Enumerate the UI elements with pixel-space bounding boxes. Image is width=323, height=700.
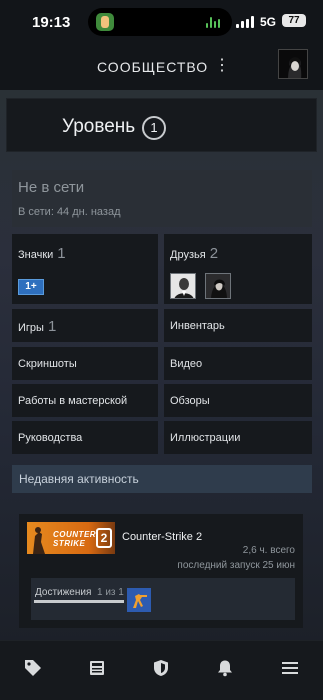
achievements-count: 1 из 1: [97, 587, 124, 598]
signal-icon: [236, 16, 254, 28]
game-name[interactable]: Counter-Strike 2: [122, 531, 202, 543]
level-label: Уровень: [62, 116, 136, 137]
games-label: Игры: [18, 322, 44, 334]
dynamic-island: [88, 8, 232, 36]
tag-icon[interactable]: [24, 659, 42, 677]
screenshots-label: Скриншоты: [18, 358, 77, 370]
friend-avatar[interactable]: [170, 273, 196, 299]
badges-count: 1: [57, 245, 66, 262]
guides-tile[interactable]: Руководства: [12, 421, 158, 454]
friends-count: 2: [209, 245, 219, 262]
bottom-navigation: [0, 640, 323, 700]
video-label: Видео: [170, 358, 203, 370]
status-bar: 19:13 5G 77: [0, 0, 323, 44]
page-title: СООБЩЕСТВО: [97, 59, 209, 75]
bell-icon[interactable]: [216, 659, 234, 677]
guides-label: Руководства: [18, 432, 83, 444]
game-last-played: последний запуск 25 июн: [177, 560, 295, 571]
status-title: Не в сети: [18, 179, 85, 196]
games-tile[interactable]: Игры 1: [12, 309, 158, 342]
achievement-icon[interactable]: [127, 588, 151, 612]
achievements-progress-bar: [34, 600, 124, 603]
status-last-online: В сети: 44 дн. назад: [18, 206, 121, 218]
level-badge: 1: [142, 116, 166, 140]
badge-icon[interactable]: 1+: [18, 279, 44, 295]
more-vertical-icon[interactable]: ⋮: [214, 57, 230, 75]
battery-icon: 77: [282, 14, 306, 27]
menu-icon[interactable]: [281, 659, 299, 677]
video-tile[interactable]: Видео: [164, 347, 312, 380]
workshop-label: Работы в мастерской: [18, 395, 128, 407]
news-icon[interactable]: [88, 659, 106, 677]
achievements-label: Достижения: [35, 587, 92, 598]
island-app-icon: [96, 13, 114, 31]
game-capsule-image[interactable]: COUNTER STRIKE 2: [27, 522, 115, 554]
friend-avatar[interactable]: [205, 273, 231, 299]
achievements-progress-fill: [34, 600, 124, 603]
game-hours: 2,6 ч. всего: [242, 545, 295, 556]
artwork-label: Иллюстрации: [170, 432, 241, 444]
reviews-tile[interactable]: Обзоры: [164, 384, 312, 417]
recent-activity-title: Недавняя активность: [19, 472, 139, 486]
online-status-panel: Не в сети В сети: 44 дн. назад: [12, 170, 312, 227]
achievements-panel[interactable]: Достижения 1 из 1: [31, 578, 295, 620]
recent-activity-header: Недавняя активность: [12, 465, 312, 493]
artwork-tile[interactable]: Иллюстрации: [164, 421, 312, 454]
status-time: 19:13: [32, 14, 71, 31]
inventory-label: Инвентарь: [170, 320, 225, 332]
workshop-tile[interactable]: Работы в мастерской: [12, 384, 158, 417]
audio-wave-icon: [206, 16, 220, 28]
level-panel[interactable]: Уровень 1: [6, 98, 317, 152]
screenshots-tile[interactable]: Скриншоты: [12, 347, 158, 380]
reviews-label: Обзоры: [170, 395, 210, 407]
inventory-tile[interactable]: Инвентарь: [164, 309, 312, 342]
app-header: СООБЩЕСТВО ⋮: [0, 44, 323, 90]
games-count: 1: [47, 318, 57, 335]
shield-icon[interactable]: [152, 659, 170, 677]
network-type: 5G: [260, 15, 277, 29]
game-activity-card[interactable]: COUNTER STRIKE 2 Counter-Strike 2 2,6 ч.…: [19, 514, 303, 628]
user-avatar[interactable]: [278, 49, 308, 79]
badges-label: Значки: [18, 249, 54, 261]
game-capsule-number: 2: [96, 528, 112, 548]
friends-label: Друзья: [170, 249, 206, 261]
